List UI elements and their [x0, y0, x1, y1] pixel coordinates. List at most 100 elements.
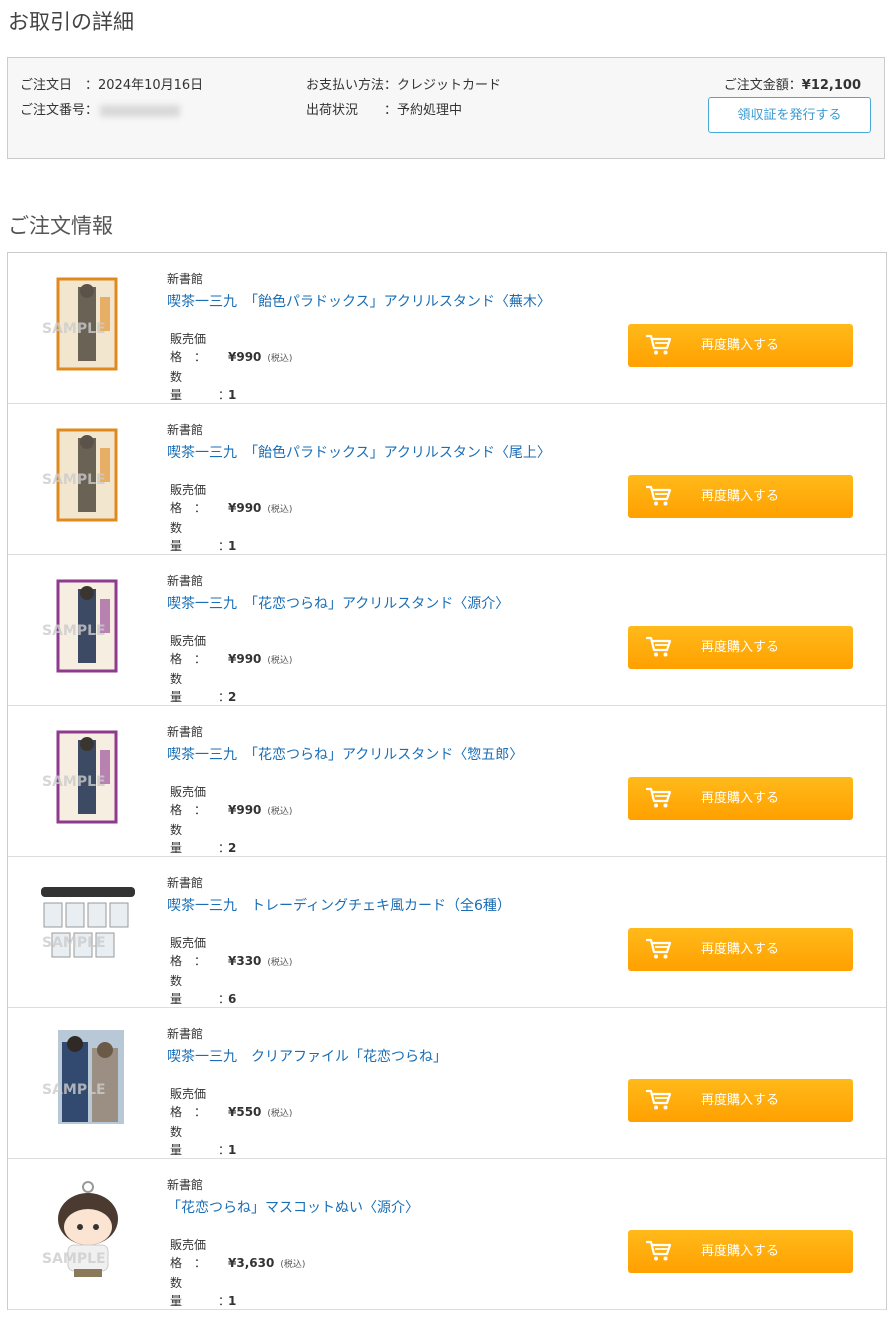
cart-icon [646, 938, 672, 959]
price-value: ¥330 [228, 954, 262, 968]
tax-note: (税込) [267, 656, 293, 666]
svg-text:SAMPLE: SAMPLE [42, 1251, 106, 1267]
rebuy-button[interactable]: 再度購入する [628, 475, 853, 518]
payment-value: クレジットカード [397, 78, 502, 93]
price-label: 販売価格 ： [170, 332, 207, 364]
rebuy-button[interactable]: 再度購入する [628, 1079, 853, 1122]
order-total: ご注文金額：¥12,100 [724, 74, 861, 93]
price-block: 販売価格 ： ¥330 (税込) 数量 ：6 [170, 934, 292, 1008]
order-total-value: ¥12,100 [801, 78, 861, 93]
cart-icon [646, 334, 672, 355]
quantity-label: 数量 ： [170, 1125, 231, 1157]
price-value: ¥990 [228, 501, 262, 515]
product-title-link[interactable]: 喫茶一三九 トレーディングチェキ風カード（全6種） [167, 895, 511, 915]
svg-text:SAMPLE: SAMPLE [42, 774, 106, 790]
quantity-value: 1 [228, 1143, 237, 1157]
quantity-label: 数量 ： [170, 974, 231, 1006]
order-item-list: SAMPLE 新書館 喫茶一三九 「飴色パラドックス」アクリルスタンド〈蕪木〉 … [7, 252, 887, 1310]
order-item: SAMPLE 新書館 喫茶一三九 「飴色パラドックス」アクリルスタンド〈蕪木〉 … [8, 253, 886, 404]
price-value: ¥990 [228, 803, 262, 817]
cart-icon [646, 1089, 672, 1110]
shipping-value: 予約処理中 [397, 103, 463, 118]
order-summary: ご注文日 ：2024年10月16日 ご注文番号： お支払い方法：クレジットカード… [7, 57, 885, 159]
price-block: 販売価格 ： ¥550 (税込) 数量 ：1 [170, 1085, 292, 1159]
product-title-link[interactable]: 喫茶一三九 「飴色パラドックス」アクリルスタンド〈尾上〉 [167, 442, 551, 462]
product-title-link[interactable]: 喫茶一三九 「花恋つらね」アクリルスタンド〈惣五郎〉 [167, 744, 523, 764]
price-value: ¥3,630 [228, 1256, 275, 1270]
shipping-label: 出荷状況 ： [306, 103, 398, 118]
price-value: ¥990 [228, 350, 262, 364]
product-thumbnail[interactable]: SAMPLE [38, 726, 138, 836]
svg-text:SAMPLE: SAMPLE [42, 321, 106, 337]
svg-text:SAMPLE: SAMPLE [42, 623, 106, 639]
product-title-link[interactable]: 「花恋つらね」マスコットぬい〈源介〉 [167, 1197, 419, 1217]
order-item: SAMPLE 新書館 喫茶一三九 「花恋つらね」アクリルスタンド〈惣五郎〉 販売… [8, 706, 886, 857]
publisher-name: 新書館 [167, 876, 204, 890]
payment-row: お支払い方法：クレジットカード [306, 74, 501, 93]
product-thumbnail[interactable]: SAMPLE [38, 1179, 138, 1289]
order-date-value: 2024年10月16日 [98, 78, 204, 93]
quantity-value: 2 [228, 690, 237, 704]
product-title-link[interactable]: 喫茶一三九 クリアファイル「花恋つらね」 [167, 1046, 447, 1066]
quantity-value: 1 [228, 539, 237, 553]
rebuy-button[interactable]: 再度購入する [628, 928, 853, 971]
order-date-label: ご注文日 ： [20, 78, 99, 93]
issue-receipt-button[interactable]: 領収証を発行する [708, 97, 871, 133]
product-thumbnail[interactable]: SAMPLE [38, 424, 138, 534]
publisher-name: 新書館 [167, 725, 204, 739]
quantity-label: 数量 ： [170, 521, 231, 553]
price-label: 販売価格 ： [170, 785, 207, 817]
quantity-label: 数量 ： [170, 1276, 231, 1308]
tax-note: (税込) [280, 1260, 306, 1270]
product-thumbnail[interactable]: SAMPLE [38, 575, 138, 685]
rebuy-button-label: 再度購入する [701, 640, 780, 655]
rebuy-button-label: 再度購入する [701, 489, 780, 504]
tax-note: (税込) [267, 807, 293, 817]
cart-icon [646, 787, 672, 808]
price-label: 販売価格 ： [170, 634, 207, 666]
svg-text:SAMPLE: SAMPLE [42, 1082, 106, 1098]
rebuy-button[interactable]: 再度購入する [628, 1230, 853, 1273]
publisher-name: 新書館 [167, 272, 204, 286]
cart-icon [646, 485, 672, 506]
quantity-label: 数量 ： [170, 672, 231, 704]
product-title-link[interactable]: 喫茶一三九 「花恋つらね」アクリルスタンド〈源介〉 [167, 593, 509, 613]
svg-text:SAMPLE: SAMPLE [42, 472, 106, 488]
quantity-label: 数量 ： [170, 823, 231, 855]
page-title: お取引の詳細 [8, 10, 134, 34]
price-block: 販売価格 ： ¥990 (税込) 数量 ：1 [170, 330, 292, 404]
price-value: ¥990 [228, 652, 262, 666]
tax-note: (税込) [267, 505, 293, 515]
order-number-label: ご注文番号： [20, 103, 99, 118]
quantity-value: 6 [228, 992, 237, 1006]
product-thumbnail[interactable]: SAMPLE [38, 1028, 138, 1138]
product-thumbnail[interactable]: SAMPLE [38, 273, 138, 383]
price-block: 販売価格 ： ¥990 (税込) 数量 ：2 [170, 783, 292, 857]
svg-text:SAMPLE: SAMPLE [42, 935, 106, 951]
tax-note: (税込) [267, 958, 293, 968]
price-block: 販売価格 ： ¥990 (税込) 数量 ：2 [170, 632, 292, 706]
order-item: SAMPLE 新書館 喫茶一三九 クリアファイル「花恋つらね」 販売価格 ： ¥5… [8, 1008, 886, 1159]
price-label: 販売価格 ： [170, 936, 207, 968]
rebuy-button-label: 再度購入する [701, 791, 780, 806]
price-block: 販売価格 ： ¥990 (税込) 数量 ：1 [170, 481, 292, 555]
price-label: 販売価格 ： [170, 483, 207, 515]
publisher-name: 新書館 [167, 574, 204, 588]
quantity-value: 1 [228, 1294, 237, 1308]
order-item: SAMPLE 新書館 喫茶一三九 「花恋つらね」アクリルスタンド〈源介〉 販売価… [8, 555, 886, 706]
rebuy-button[interactable]: 再度購入する [628, 626, 853, 669]
product-thumbnail[interactable]: SAMPLE [38, 877, 138, 987]
rebuy-button[interactable]: 再度購入する [628, 777, 853, 820]
product-title-link[interactable]: 喫茶一三九 「飴色パラドックス」アクリルスタンド〈蕪木〉 [167, 291, 551, 311]
rebuy-button-label: 再度購入する [701, 1244, 780, 1259]
quantity-value: 1 [228, 388, 237, 402]
rebuy-button[interactable]: 再度購入する [628, 324, 853, 367]
cart-icon [646, 1240, 672, 1261]
order-date-row: ご注文日 ：2024年10月16日 [20, 74, 203, 93]
order-total-label: ご注文金額： [723, 78, 802, 93]
order-number-row: ご注文番号： [20, 99, 181, 118]
price-label: 販売価格 ： [170, 1238, 207, 1270]
rebuy-button-label: 再度購入する [701, 1093, 780, 1108]
quantity-value: 2 [228, 841, 237, 855]
quantity-label: 数量 ： [170, 370, 231, 402]
